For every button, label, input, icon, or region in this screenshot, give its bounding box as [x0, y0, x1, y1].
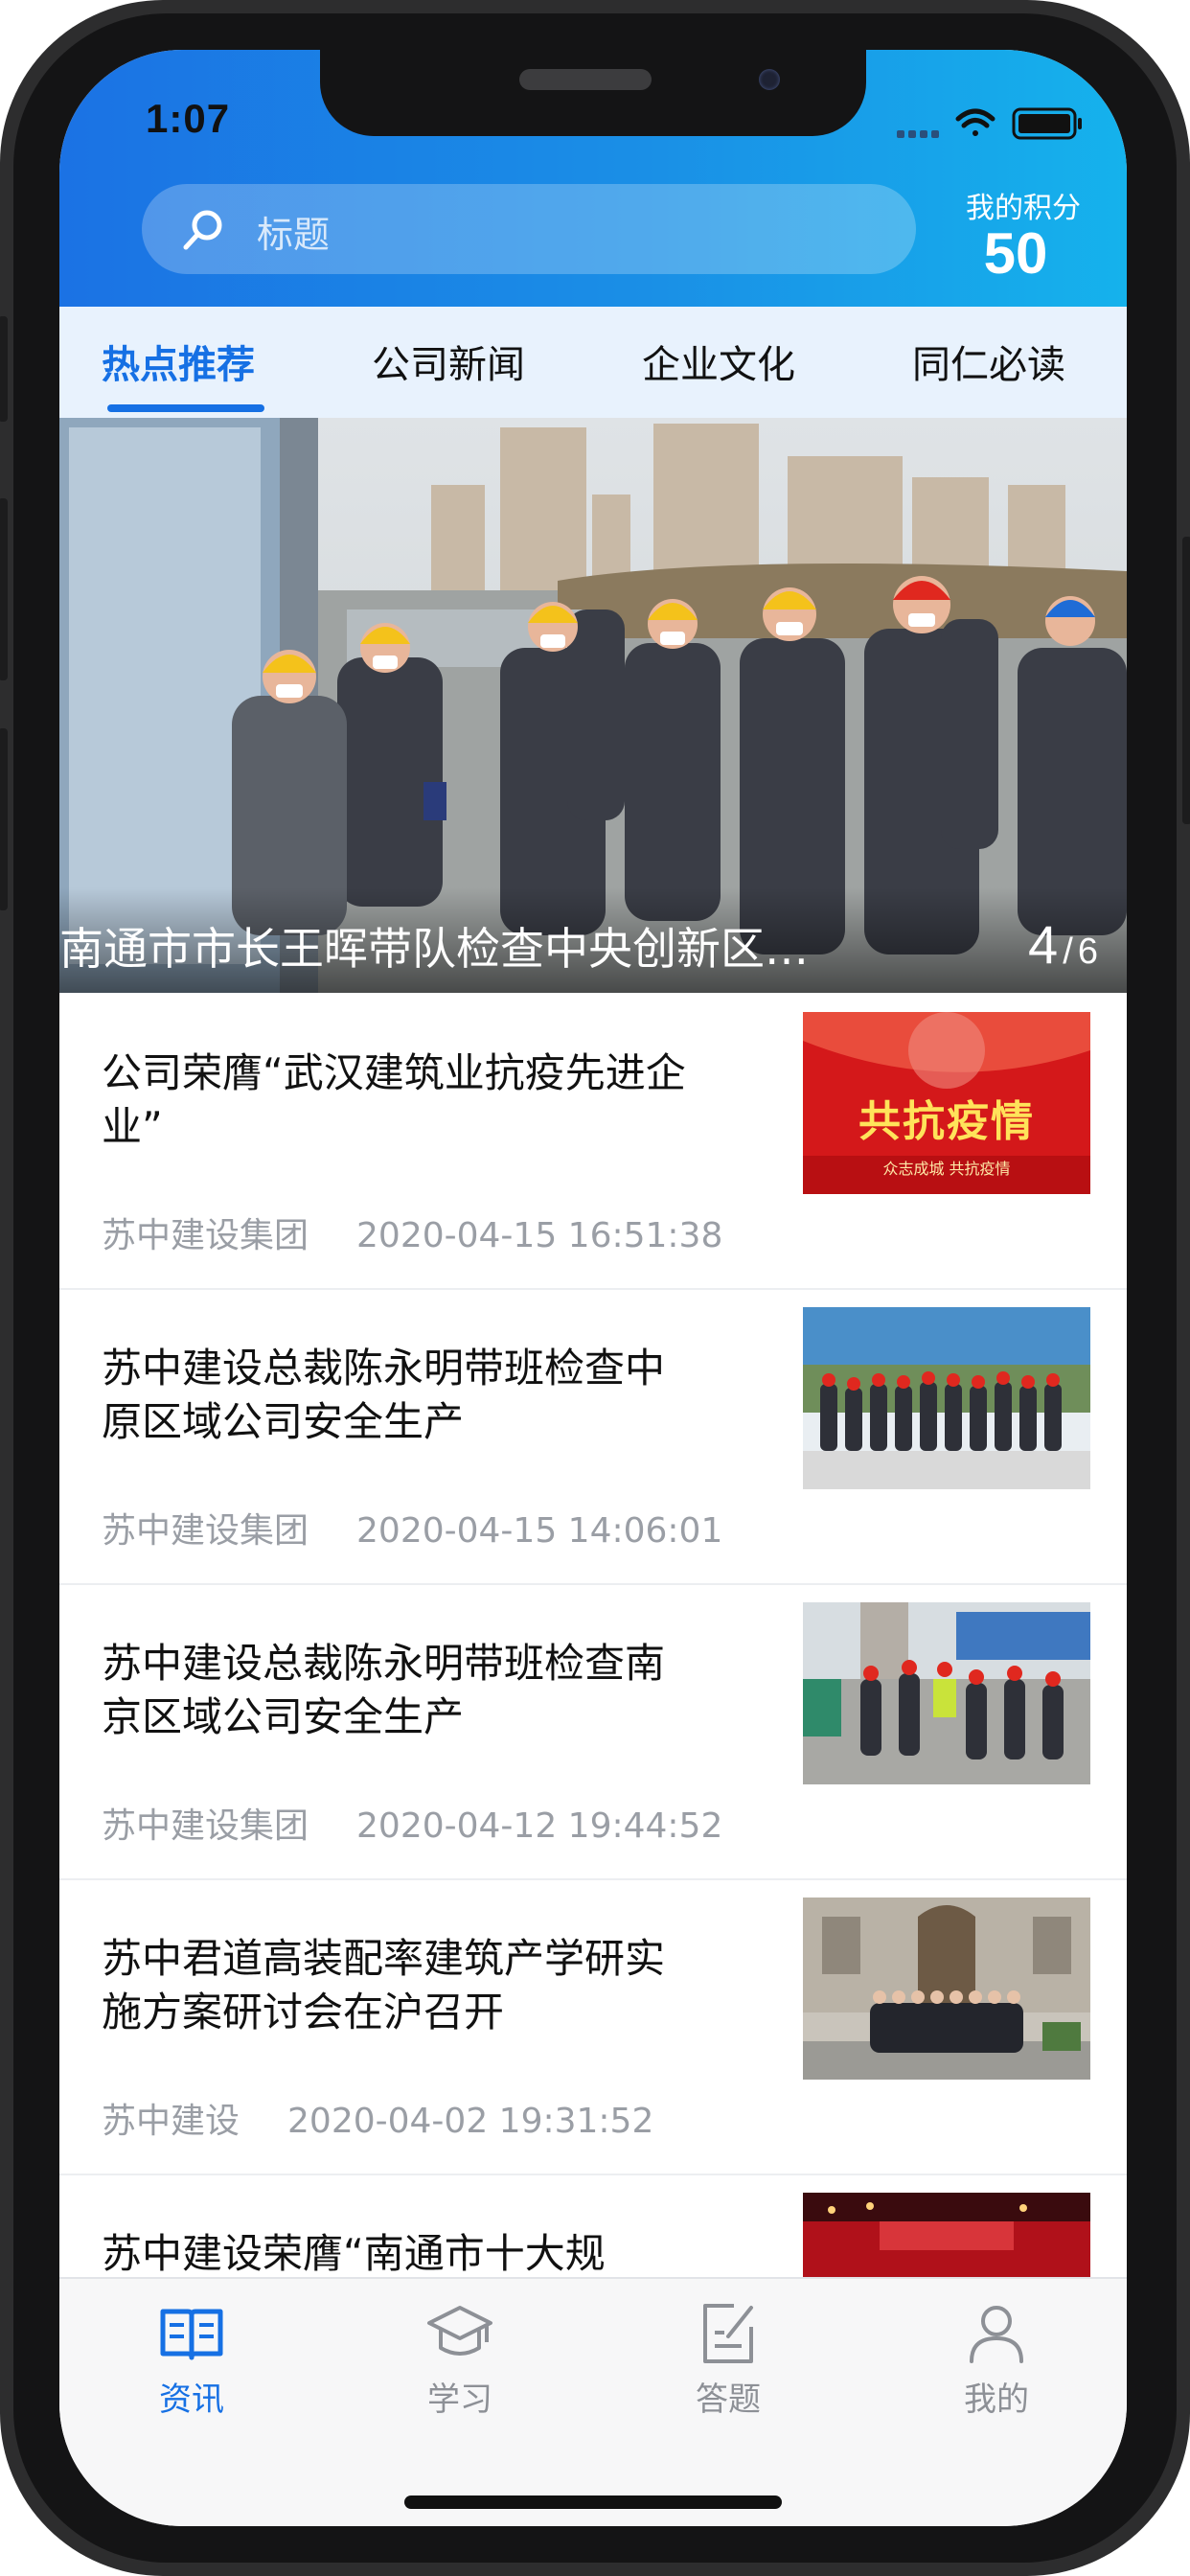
news-thumbnail[interactable] [803, 1602, 1090, 1784]
news-item[interactable]: 苏中君道高装配率建筑产学研实施方案研讨会在沪召开 苏中建设 2020-04-02 … [59, 1878, 1127, 2175]
active-tab-indicator [107, 404, 264, 412]
news-title[interactable]: 苏中建设荣膺“南通市十大规 [102, 2227, 696, 2277]
nav-label: 答题 [696, 2380, 761, 2419]
news-thumbnail[interactable]: 共抗疫情 众志成城 共抗疫情 [803, 1012, 1090, 1194]
news-date: 2020-04-15 16:51:38 [356, 1216, 723, 1255]
news-thumbnail[interactable] [803, 1307, 1090, 1489]
tab-colleague-reading[interactable]: 同仁必读 [912, 334, 1065, 389]
news-list: 公司荣膺“武汉建筑业抗疫先进企业” 苏中建设集团 2020-04-15 16:51… [59, 993, 1127, 2277]
nav-item-quiz[interactable]: 答题 [642, 2298, 814, 2423]
news-date: 2020-04-12 19:44:52 [356, 1806, 723, 1846]
front-camera [759, 69, 780, 90]
nav-item-news[interactable]: 资讯 [105, 2298, 278, 2423]
banner-caption: 南通市市长王晖带队检查中央创新区… 4 / 6 [59, 887, 1127, 993]
thumbnail-image [803, 1307, 1090, 1489]
nav-label: 资讯 [159, 2380, 224, 2419]
news-meta: 苏中建设集团 2020-04-15 16:51:38 [102, 1208, 722, 1257]
tab-corporate-culture[interactable]: 企业文化 [642, 334, 795, 389]
search-placeholder: 标题 [257, 214, 331, 256]
news-source: 苏中建设集团 [102, 1511, 309, 1551]
edit-note-icon [703, 2304, 753, 2363]
news-source: 苏中建设集团 [102, 1216, 309, 1255]
nav-item-study[interactable]: 学习 [374, 2298, 546, 2423]
bottom-tab-bar: 资讯 学习 答题 我的 [59, 2277, 1127, 2526]
search-icon [183, 210, 222, 250]
status-time: 1:07 [146, 96, 231, 141]
app-screen: 1:07 标题 我的积分 50 热点推荐 公司新闻 企业文化 同仁必读 南通市市… [59, 50, 1127, 2526]
status-icons [897, 105, 1088, 140]
news-thumbnail[interactable] [803, 2193, 1090, 2277]
search-input[interactable]: 标题 [142, 184, 916, 274]
phone-frame: 1:07 标题 我的积分 50 热点推荐 公司新闻 企业文化 同仁必读 南通市市… [0, 0, 1190, 2576]
banner-total-pages: 6 [1077, 932, 1098, 972]
banner-page-indicator: 4 / 6 [1028, 913, 1098, 976]
side-button-power [1182, 537, 1190, 824]
battery-icon [1012, 107, 1082, 140]
news-title[interactable]: 苏中君道高装配率建筑产学研实施方案研讨会在沪召开 [102, 1932, 696, 2039]
news-meta: 苏中建设 2020-04-02 19:31:52 [102, 2093, 653, 2143]
graduation-cap-icon [427, 2306, 492, 2356]
news-date: 2020-04-15 14:06:01 [356, 1511, 723, 1551]
thumbnail-headline: 共抗疫情 [858, 1097, 1035, 1146]
news-meta: 苏中建设集团 2020-04-15 14:06:01 [102, 1503, 722, 1552]
earpiece-speaker [519, 69, 652, 90]
news-item[interactable]: 苏中建设荣膺“南通市十大规 [59, 2174, 1127, 2277]
nav-label: 学习 [427, 2380, 492, 2419]
home-indicator[interactable] [404, 2496, 782, 2509]
news-title[interactable]: 公司荣膺“武汉建筑业抗疫先进企业” [102, 1046, 696, 1154]
news-item[interactable]: 苏中建设总裁陈永明带班检查南京区域公司安全生产 苏中建设集团 2020-04-12… [59, 1583, 1127, 1880]
news-item[interactable]: 公司荣膺“武汉建筑业抗疫先进企业” 苏中建设集团 2020-04-15 16:51… [59, 993, 1127, 1290]
banner-page-separator: / [1063, 932, 1073, 972]
nav-label: 我的 [964, 2380, 1029, 2419]
app-header: 1:07 标题 我的积分 50 [59, 50, 1127, 307]
news-source: 苏中建设集团 [102, 1806, 309, 1846]
person-icon [970, 2306, 1023, 2363]
signal-icon [897, 130, 939, 138]
thumbnail-image [803, 1898, 1090, 2080]
thumbnail-image [803, 1602, 1090, 1784]
wifi-icon [955, 108, 995, 136]
banner-title[interactable]: 南通市市长王晖带队检查中央创新区… [59, 914, 903, 978]
side-button-mute [0, 316, 8, 422]
news-date: 2020-04-02 19:31:52 [287, 2102, 654, 2141]
news-item[interactable]: 苏中建设总裁陈永明带班检查中原区域公司安全生产 苏中建设集团 2020-04-15… [59, 1288, 1127, 1585]
side-button-volume-up [0, 498, 8, 680]
banner-current-page: 4 [1027, 914, 1059, 975]
thumbnail-subline: 众志成城 共抗疫情 [882, 1160, 1011, 1178]
tab-hot-recommend[interactable]: 热点推荐 [102, 334, 255, 389]
news-thumbnail[interactable] [803, 1898, 1090, 2080]
nav-item-mine[interactable]: 我的 [910, 2298, 1083, 2423]
device-notch [320, 50, 866, 136]
category-tabs: 热点推荐 公司新闻 企业文化 同仁必读 [59, 307, 1127, 418]
thumbnail-image [803, 2193, 1090, 2277]
news-meta: 苏中建设集团 2020-04-12 19:44:52 [102, 1798, 722, 1848]
tab-company-news[interactable]: 公司新闻 [372, 334, 525, 389]
banner-carousel[interactable]: 南通市市长王晖带队检查中央创新区… 4 / 6 [59, 418, 1127, 993]
news-title[interactable]: 苏中建设总裁陈永明带班检查中原区域公司安全生产 [102, 1342, 696, 1449]
news-title[interactable]: 苏中建设总裁陈永明带班检查南京区域公司安全生产 [102, 1637, 696, 1744]
side-button-volume-down [0, 728, 8, 910]
news-source: 苏中建设 [102, 2102, 240, 2141]
score-value[interactable]: 50 [968, 220, 1064, 287]
book-icon [160, 2309, 223, 2360]
